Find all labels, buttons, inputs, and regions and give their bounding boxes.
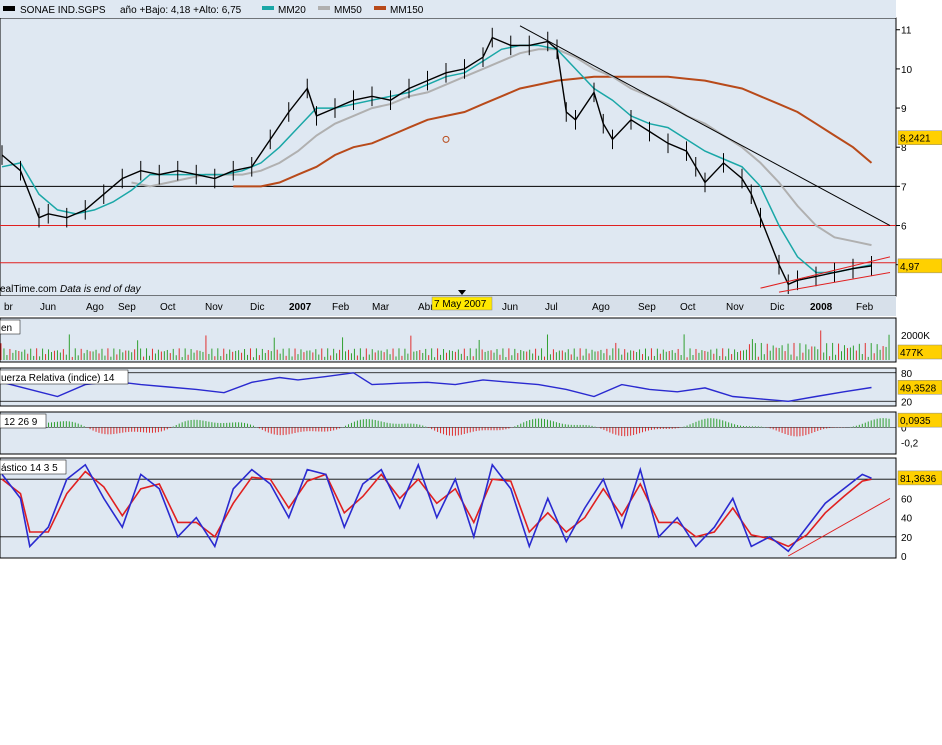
stoch-panel-label: ástico 14 3 5 [1, 463, 58, 474]
xaxis-label-14: Sep [638, 302, 656, 313]
stoch-tick-1: 60 [901, 494, 913, 505]
legend: MM20 MM50 MM150 [262, 5, 424, 16]
xaxis-label-6: Dic [250, 302, 264, 313]
rsi-tick-0: 80 [901, 369, 913, 380]
date-marker-label: 7 May 2007 [434, 299, 487, 310]
stoch-panel-bg [0, 457, 897, 559]
xaxis-label-13: Ago [592, 302, 610, 313]
stoch-tick-2: 40 [901, 514, 913, 525]
xaxis-label-1: Jun [40, 302, 56, 313]
macd-panel-label: 12 26 9 [4, 417, 38, 428]
price-panel-bg [0, 17, 897, 297]
volume-panel-label: en [1, 323, 12, 334]
volume-tick-0: 2000K [901, 331, 930, 342]
stoch-tick-3: 20 [901, 533, 913, 544]
xaxis-label-19: Feb [856, 302, 874, 313]
range-stats: año +Bajo: 4,18 +Alto: 6,75 [120, 5, 242, 16]
watermark: ealTime.com [0, 284, 57, 295]
rsi-panel-label: uerza Relativa (indice) 14 [1, 373, 115, 384]
xaxis-label-8: Feb [332, 302, 350, 313]
macd-panel-bg [0, 411, 897, 455]
xaxis-label-2: Ago [86, 302, 104, 313]
price-tick-5: 6 [901, 222, 907, 233]
price-tick-1: 10 [901, 65, 913, 76]
xaxis-label-7: 2007 [289, 302, 312, 313]
price-tick-4: 7 [901, 182, 907, 193]
rsi-panel-bg [0, 367, 897, 407]
price-last-value: 4,97 [900, 262, 920, 273]
stoch-tick-4: 0 [901, 552, 907, 560]
price-tick-0: 11 [901, 26, 912, 37]
xaxis-label-3: Sep [118, 302, 136, 313]
price-tick-2: 9 [901, 104, 907, 115]
macd-tick-1: -0,2 [901, 439, 919, 450]
volume-last-value: 477K [900, 348, 924, 359]
eod-note: Data is end of day [60, 284, 142, 295]
chart-canvas: SONAE IND.SGPS año +Bajo: 4,18 +Alto: 6,… [0, 0, 942, 560]
xaxis-label-15: Oct [680, 302, 696, 313]
xaxis-label-0: br [4, 302, 14, 313]
price-ref-value: 8,2421 [900, 134, 931, 145]
xaxis-label-16: Nov [726, 302, 744, 313]
legend-label-0: MM20 [278, 5, 306, 16]
xaxis-label-9: Mar [372, 302, 390, 313]
stoch-last-value: 81,3636 [900, 474, 937, 485]
macd-last-value: 0,0935 [900, 416, 931, 427]
rsi-last-value: 49,3528 [900, 383, 937, 394]
legend-label-2: MM150 [390, 5, 424, 16]
stock-chart: SONAE IND.SGPS año +Bajo: 4,18 +Alto: 6,… [0, 0, 942, 560]
legend-swatch-1 [318, 6, 330, 10]
xaxis-label-4: Oct [160, 302, 176, 313]
xaxis-label-11: Jun [502, 302, 518, 313]
xaxis-label-18: 2008 [810, 302, 833, 313]
symbol-title: SONAE IND.SGPS [20, 5, 106, 16]
rsi-tick-1: 20 [901, 397, 913, 408]
legend-swatch-2 [374, 6, 386, 10]
symbol-swatch [3, 6, 15, 11]
xaxis-label-12: Jul [545, 302, 558, 313]
xaxis-label-5: Nov [205, 302, 223, 313]
xaxis-label-17: Dic [770, 302, 784, 313]
legend-swatch-0 [262, 6, 274, 10]
legend-label-1: MM50 [334, 5, 362, 16]
